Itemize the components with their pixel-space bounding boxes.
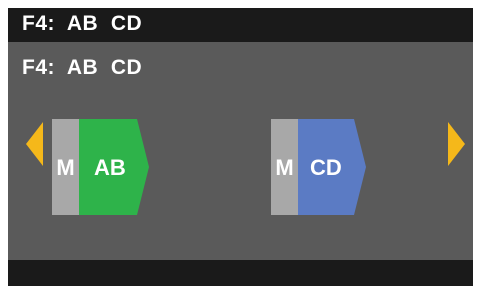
title-bar: F4: AB CD — [8, 8, 473, 42]
mode-label: M — [56, 155, 75, 180]
subtitle-text: F4: AB CD — [22, 56, 143, 79]
mode-box: M — [271, 119, 298, 215]
channel-block-ab[interactable]: M AB — [52, 119, 149, 215]
title-text: F4: AB CD — [22, 12, 143, 35]
channel-block-cd[interactable]: M CD — [271, 119, 368, 215]
triangle-left-icon[interactable] — [26, 122, 43, 166]
display-screen: F4: AB CD F4: AB CD M AB M CD — [8, 8, 473, 286]
channel-label: CD — [310, 155, 342, 180]
mode-box: M — [52, 119, 79, 215]
mode-label: M — [275, 155, 294, 180]
bottom-bar — [8, 260, 473, 286]
triangle-right-icon[interactable] — [448, 122, 465, 166]
channel-label: AB — [94, 155, 126, 180]
